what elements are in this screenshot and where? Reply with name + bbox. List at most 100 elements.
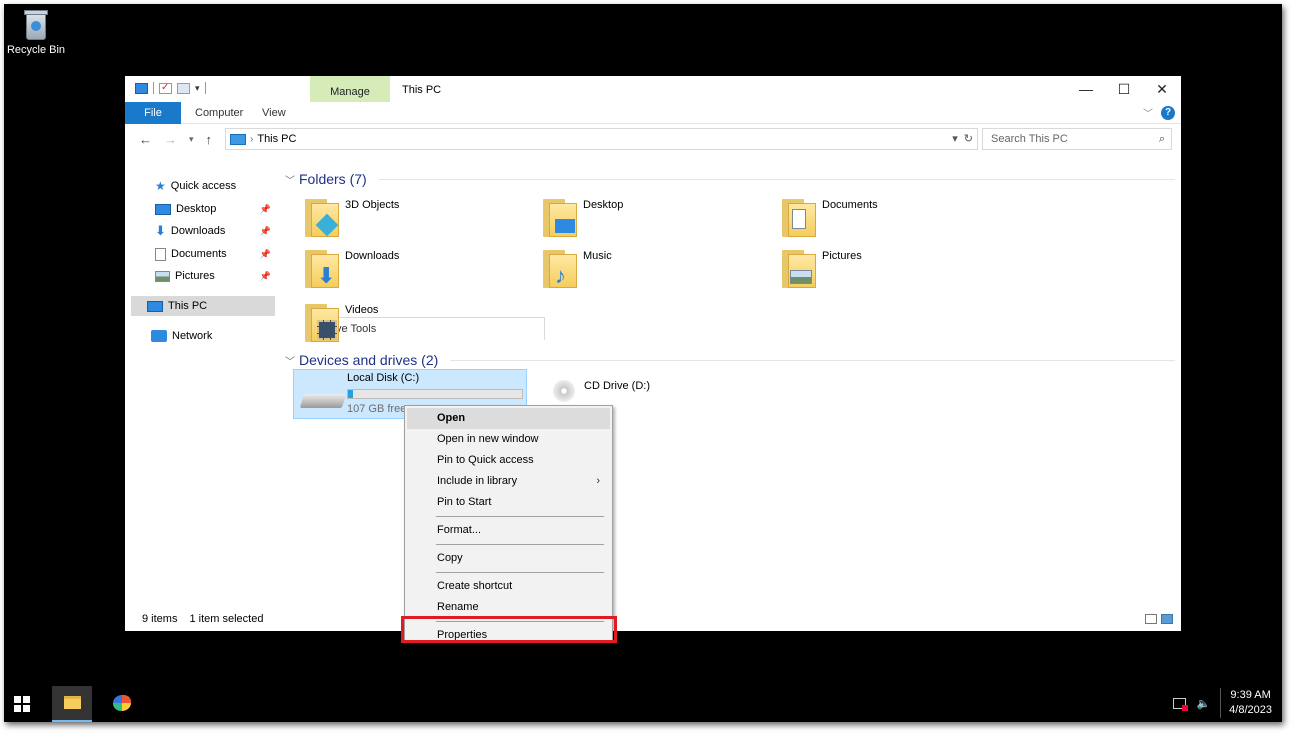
nav-item-network[interactable]: Network	[151, 326, 291, 346]
nav-label: Network	[172, 330, 213, 342]
drive-usage-fill	[348, 390, 354, 398]
breadcrumb-separator-icon[interactable]: ›	[250, 134, 253, 145]
nav-item-desktop[interactable]: Desktop 📌	[155, 199, 273, 219]
collapse-chevron-icon[interactable]: ﹀	[285, 172, 295, 187]
folder-icon	[64, 696, 81, 709]
nav-quick-access[interactable]: ★ Quick access	[155, 176, 295, 196]
folder-desktop[interactable]: Desktop	[541, 199, 771, 251]
minimize-button[interactable]: —	[1067, 76, 1105, 102]
drive-usage-bar	[347, 389, 523, 399]
drive-free-space: 107 GB free	[347, 403, 407, 415]
pictures-icon	[155, 270, 170, 282]
breadcrumb-this-pc[interactable]: This PC	[257, 133, 296, 145]
cd-drive-icon	[553, 380, 575, 402]
separator	[153, 82, 154, 94]
up-arrow-icon[interactable]: ↑	[206, 132, 213, 147]
menu-item-pin-quick-access[interactable]: Pin to Quick access	[407, 450, 610, 471]
drive-name: Local Disk (C:)	[347, 372, 420, 384]
menu-separator	[436, 544, 604, 545]
computer-icon	[147, 300, 163, 312]
folder-videos[interactable]: Videos	[303, 304, 533, 356]
large-icons-view-icon[interactable]	[1161, 614, 1173, 624]
taskbar-paint[interactable]	[102, 686, 142, 722]
window-title: This PC	[402, 84, 442, 96]
nav-item-this-pc[interactable]: This PC	[131, 296, 275, 316]
network-icon	[151, 330, 167, 342]
menu-item-open[interactable]: Open	[407, 408, 610, 429]
context-menu: Open Open in new window Pin to Quick acc…	[404, 405, 613, 642]
ribbon-right-controls: ﹀ ?	[1143, 105, 1175, 120]
menu-item-copy[interactable]: Copy	[407, 548, 610, 569]
pin-icon: 📌	[259, 249, 271, 259]
tab-computer[interactable]: Computer	[195, 102, 243, 124]
refresh-icon[interactable]: ↻	[964, 132, 973, 145]
nav-label: Downloads	[170, 225, 226, 237]
videos-folder-icon	[303, 304, 339, 342]
folders-group-header[interactable]: ﹀ Folders (7)	[285, 170, 1175, 188]
customize-toolbar-dropdown-icon[interactable]: ▾	[195, 83, 200, 94]
menu-item-pin-to-start[interactable]: Pin to Start	[407, 492, 610, 513]
collapse-chevron-icon[interactable]: ﹀	[285, 353, 295, 368]
menu-item-rename[interactable]: Rename	[407, 597, 610, 618]
devices-group-header[interactable]: ﹀ Devices and drives (2)	[285, 351, 1175, 369]
search-input[interactable]: Search This PC ⌕	[982, 128, 1172, 150]
expand-ribbon-icon[interactable]: ﹀	[1143, 105, 1153, 120]
folder-documents[interactable]: Documents	[780, 199, 1010, 251]
folder-name: 3D Objects	[345, 199, 400, 211]
network-status-icon[interactable]	[1173, 697, 1189, 711]
pin-icon: 📌	[259, 271, 271, 281]
music-folder-icon: ♪	[541, 250, 577, 288]
clock[interactable]: 9:39 AM 4/8/2023	[1220, 688, 1272, 718]
search-placeholder: Search This PC	[991, 133, 1068, 145]
nav-item-downloads[interactable]: ⬇ Downloads 📌	[155, 221, 273, 241]
this-pc-icon	[230, 133, 246, 145]
details-view-icon[interactable]	[1145, 614, 1157, 624]
folder-downloads[interactable]: ⬇ Downloads	[303, 250, 533, 302]
folder-3d-objects[interactable]: 3D Objects	[303, 199, 533, 251]
address-bar[interactable]: › This PC ▾ ↻	[225, 128, 978, 150]
clock-date: 4/8/2023	[1229, 704, 1272, 716]
manage-contextual-tab[interactable]: Manage	[310, 76, 390, 102]
star-icon: ★	[155, 179, 166, 193]
menu-item-include-in-library[interactable]: Include in library ›	[407, 471, 610, 492]
desktop-folder-icon	[541, 199, 577, 237]
address-history-chevron-icon[interactable]: ▾	[952, 132, 958, 145]
selection-count: 1 item selected	[189, 613, 264, 625]
back-arrow-icon[interactable]: ←	[139, 132, 152, 147]
recycle-bin-icon	[23, 8, 49, 40]
tab-view[interactable]: View	[262, 102, 286, 124]
window-controls: — ☐ ✕	[1067, 76, 1181, 102]
tab-file[interactable]: File	[125, 102, 181, 124]
properties-icon[interactable]	[159, 82, 172, 94]
folder-music[interactable]: ♪ Music	[541, 250, 771, 302]
menu-item-open-new-window[interactable]: Open in new window	[407, 429, 610, 450]
divider	[450, 359, 1175, 361]
windows-start-icon[interactable]	[14, 696, 30, 712]
downloads-folder-icon: ⬇	[303, 250, 339, 288]
nav-label: Quick access	[170, 180, 237, 192]
new-folder-icon[interactable]	[177, 82, 190, 94]
annotation-highlight-box	[401, 616, 617, 643]
divider	[378, 178, 1175, 180]
maximize-button[interactable]: ☐	[1105, 76, 1143, 102]
quick-access-toolbar: ▾	[135, 82, 206, 94]
forward-arrow-icon[interactable]: →	[164, 132, 177, 147]
menu-item-create-shortcut[interactable]: Create shortcut	[407, 576, 610, 597]
volume-icon[interactable]: 🔈	[1196, 697, 1210, 710]
ribbon-tabs: File Computer View Drive Tools ﹀ ?	[125, 102, 1181, 340]
menu-item-format[interactable]: Format...	[407, 520, 610, 541]
folder-pictures[interactable]: Pictures	[780, 250, 1010, 302]
search-icon[interactable]: ⌕	[1159, 129, 1165, 149]
help-icon[interactable]: ?	[1161, 105, 1175, 120]
nav-item-documents[interactable]: Documents 📌	[155, 244, 273, 264]
submenu-arrow-icon: ›	[596, 475, 600, 487]
recycle-bin-shortcut[interactable]: Recycle Bin	[6, 8, 66, 56]
taskbar-file-explorer[interactable]	[52, 686, 92, 722]
nav-label: Desktop	[176, 203, 217, 215]
close-button[interactable]: ✕	[1143, 76, 1181, 102]
recent-locations-chevron-icon[interactable]: ▾	[189, 134, 194, 145]
nav-item-pictures[interactable]: Pictures 📌	[155, 266, 273, 286]
file-explorer-window: ▾ Manage This PC — ☐ ✕ File Computer Vie…	[125, 76, 1181, 631]
taskbar: 🔈 9:39 AM 4/8/2023	[4, 684, 1282, 722]
folder-name: Downloads	[345, 250, 400, 262]
